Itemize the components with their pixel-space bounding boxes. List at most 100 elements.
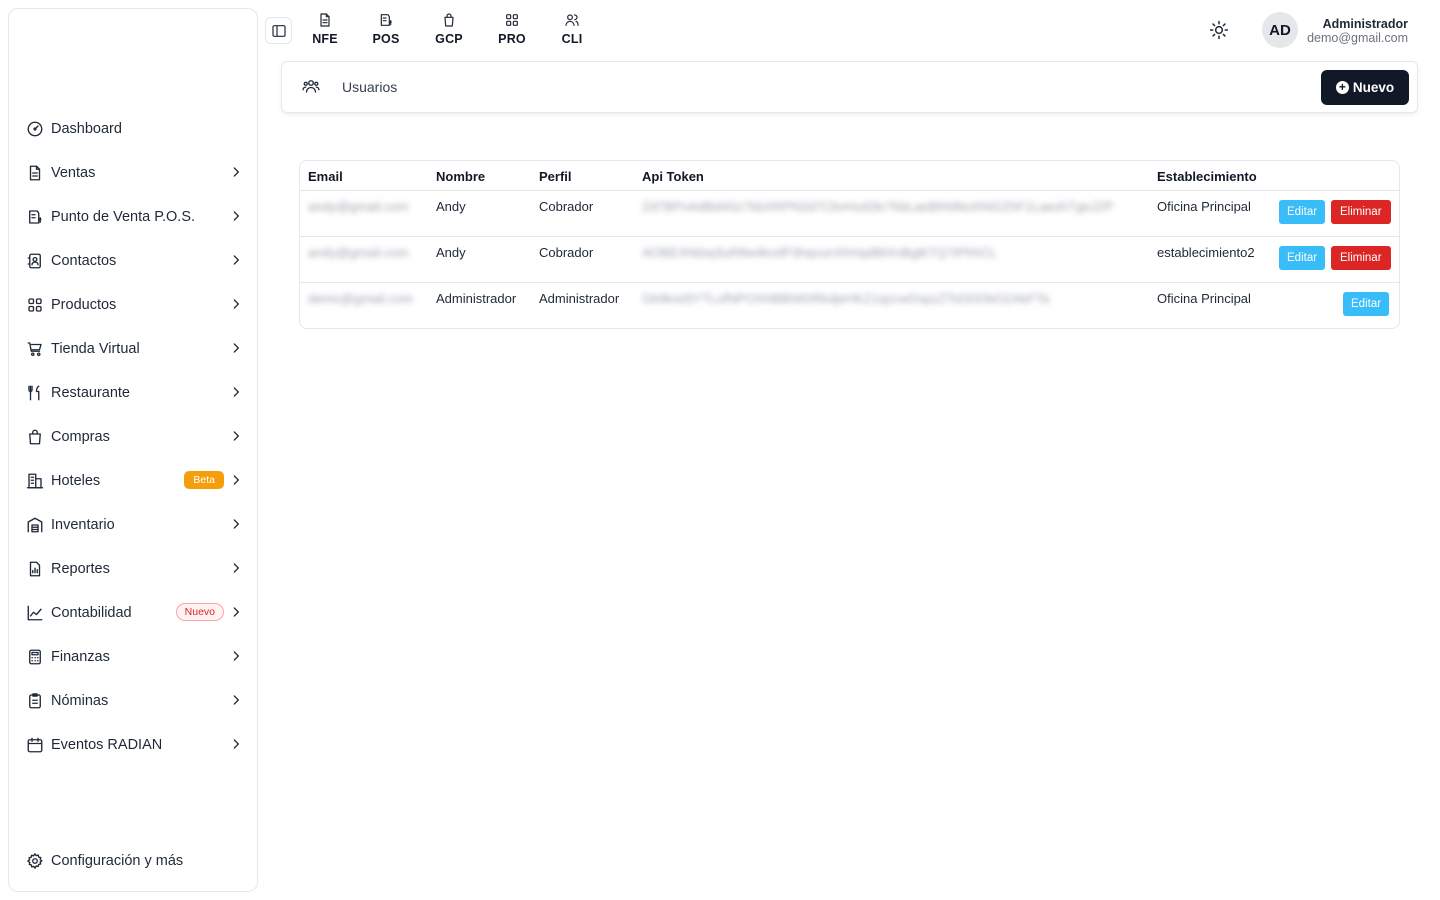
users-icon xyxy=(565,14,579,26)
new-button-label: Nuevo xyxy=(1352,80,1395,95)
sidebar-toggle-button[interactable] xyxy=(265,17,292,44)
building-icon xyxy=(26,472,44,490)
page-title: Usuarios xyxy=(342,79,398,95)
chevron-right-icon[interactable] xyxy=(229,517,243,531)
sidebar-item-label: Reportes xyxy=(51,561,110,577)
sidebar-item-label: Finanzas xyxy=(51,649,110,665)
chevron-right-icon[interactable] xyxy=(229,693,243,707)
sidebar-item-contabilidad[interactable]: Contabilidad Nuevo xyxy=(9,591,257,635)
beta-badge: Beta xyxy=(184,471,224,489)
cell-establecimiento: Oficina Principal xyxy=(1157,199,1251,214)
sidebar-item-nóminas[interactable]: Nóminas xyxy=(9,679,257,723)
sidebar-item-productos[interactable]: Productos xyxy=(9,283,257,327)
sidebar-item-label: Eventos RADIAN xyxy=(51,737,163,753)
panel-icon xyxy=(271,24,286,37)
users-icon xyxy=(302,77,320,95)
sidebar: Dashboard Ventas Punto de Venta P.O.S. Cont… xyxy=(8,8,258,892)
grid-icon xyxy=(26,296,44,314)
gear-icon xyxy=(26,852,44,870)
sidebar-item-tienda-virtual[interactable]: Tienda Virtual xyxy=(9,327,257,371)
sidebar-item-finanzas[interactable]: Finanzas xyxy=(9,635,257,679)
module-nfe[interactable]: NFE xyxy=(305,12,345,46)
users-table: Email Nombre Perfil Api Token Establecim… xyxy=(299,160,1400,329)
warehouse-icon xyxy=(26,516,44,534)
grid-icon xyxy=(506,14,518,26)
sidebar-item-label: Ventas xyxy=(51,165,96,181)
chevron-right-icon[interactable] xyxy=(229,385,243,399)
edit-button[interactable]: Editar xyxy=(1279,200,1326,224)
cell-nombre: Andy xyxy=(436,245,466,260)
clipboard-icon xyxy=(26,692,44,710)
delete-button[interactable]: Eliminar xyxy=(1331,200,1391,224)
sidebar-item-label: Nóminas xyxy=(51,693,109,709)
file-icon xyxy=(320,13,330,27)
sidebar-item-eventos-radian[interactable]: Eventos RADIAN xyxy=(9,723,257,767)
edit-button[interactable]: Editar xyxy=(1279,246,1326,270)
bag-icon xyxy=(444,13,454,27)
sidebar-item-label: Contabilidad xyxy=(51,605,132,621)
sidebar-config-label: Configuración y más xyxy=(51,853,184,869)
sidebar-item-dashboard[interactable]: Dashboard xyxy=(9,107,257,151)
module-cli[interactable]: CLI xyxy=(552,12,592,46)
new-user-button[interactable]: + Nuevo xyxy=(1321,70,1409,105)
chevron-right-icon[interactable] xyxy=(229,165,243,179)
cell-nombre: Andy xyxy=(436,199,466,214)
pos-icon xyxy=(26,208,44,226)
chevron-right-icon[interactable] xyxy=(229,209,243,223)
calculator-icon xyxy=(26,648,44,666)
sidebar-item-ventas[interactable]: Ventas xyxy=(9,151,257,195)
cell-api-token: AOBEXhkbq3uR8w4kvdP3hqvunXhHqdBtXnBgtkTQ… xyxy=(642,245,997,260)
column-email: Email xyxy=(308,169,343,184)
chevron-right-icon[interactable] xyxy=(229,605,243,619)
plus-circle-icon: + xyxy=(1335,81,1349,94)
dashboard-icon xyxy=(26,120,44,138)
module-label: PRO xyxy=(498,32,526,46)
cell-establecimiento: Oficina Principal xyxy=(1157,291,1251,306)
sidebar-item-label: Restaurante xyxy=(51,385,130,401)
sidebar-item-label: Contactos xyxy=(51,253,117,269)
chevron-right-icon[interactable] xyxy=(229,473,243,487)
column-api-token: Api Token xyxy=(642,169,704,184)
page-header: Usuarios + Nuevo xyxy=(281,61,1418,113)
chart-icon xyxy=(26,604,44,622)
cart-icon xyxy=(26,340,44,358)
chevron-right-icon[interactable] xyxy=(229,649,243,663)
sidebar-item-restaurante[interactable]: Restaurante xyxy=(9,371,257,415)
chevron-right-icon[interactable] xyxy=(229,341,243,355)
cell-establecimiento: establecimiento2 xyxy=(1157,245,1255,260)
delete-button[interactable]: Eliminar xyxy=(1331,246,1391,270)
theme-toggle-button[interactable] xyxy=(1208,19,1230,41)
table-header: Email Nombre Perfil Api Token Establecim… xyxy=(300,161,1399,191)
chevron-right-icon[interactable] xyxy=(229,297,243,311)
cell-api-token: Gk9ksd3YTLxfNPOXNBBWDRkdjeHKZ1qzcwDspzZT… xyxy=(642,291,1050,306)
sidebar-item-contactos[interactable]: Contactos xyxy=(9,239,257,283)
report-icon xyxy=(26,560,44,578)
calendar-icon xyxy=(26,736,44,754)
pos-icon xyxy=(380,14,392,26)
module-pro[interactable]: PRO xyxy=(492,12,532,46)
sidebar-item-reportes[interactable]: Reportes xyxy=(9,547,257,591)
module-label: GCP xyxy=(435,32,463,46)
sidebar-item-inventario[interactable]: Inventario xyxy=(9,503,257,547)
module-label: NFE xyxy=(312,32,338,46)
sidebar-item-configuracion[interactable]: Configuración y más xyxy=(9,839,257,883)
chevron-right-icon[interactable] xyxy=(229,561,243,575)
cell-email: andy@gmail.com xyxy=(308,199,409,214)
sidebar-item-hoteles[interactable]: Hoteles Beta xyxy=(9,459,257,503)
avatar[interactable]: AD xyxy=(1262,12,1298,48)
module-label: CLI xyxy=(561,32,583,46)
sidebar-item-compras[interactable]: Compras xyxy=(9,415,257,459)
module-gcp[interactable]: GCP xyxy=(429,12,469,46)
sidebar-item-label: Hoteles xyxy=(51,473,101,489)
user-email: demo@gmail.com xyxy=(1307,31,1408,45)
sidebar-nav: Dashboard Ventas Punto de Venta P.O.S. Cont… xyxy=(9,107,257,767)
shopping-bag-icon xyxy=(26,428,44,446)
chevron-right-icon[interactable] xyxy=(229,429,243,443)
edit-button[interactable]: Editar xyxy=(1343,292,1390,316)
chevron-right-icon[interactable] xyxy=(229,737,243,751)
sidebar-item-punto-de-venta-p-o-s[interactable]: Punto de Venta P.O.S. xyxy=(9,195,257,239)
module-pos[interactable]: POS xyxy=(366,12,406,46)
table-row: andy@gmail.com Andy Cobrador AOBEXhkbq3u… xyxy=(300,237,1399,283)
chevron-right-icon[interactable] xyxy=(229,253,243,267)
cell-perfil: Administrador xyxy=(539,291,620,306)
